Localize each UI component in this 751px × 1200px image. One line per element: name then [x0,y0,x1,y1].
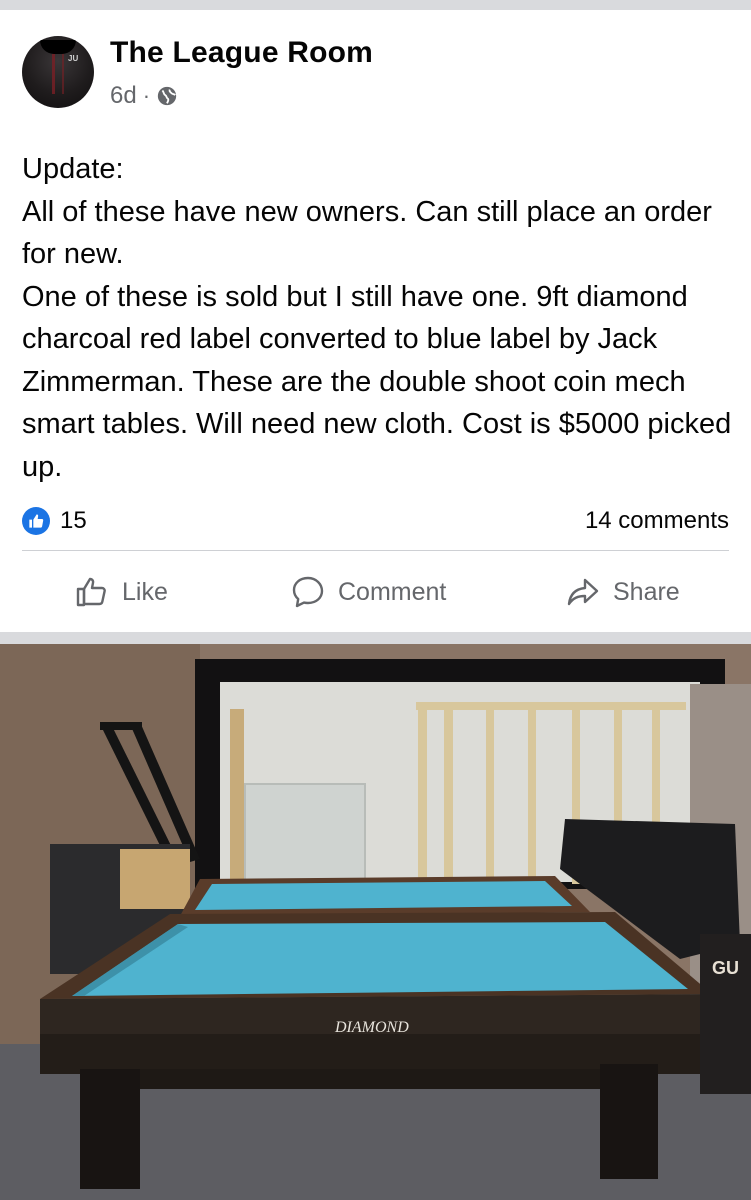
feed-divider-top [0,0,751,10]
post-text-line: One of these is sold but I still have on… [22,280,732,483]
comments-count[interactable]: 14 comments [585,507,729,535]
share-button[interactable]: Share [565,562,680,622]
post-time[interactable]: 6d [110,82,137,110]
page-avatar[interactable]: JU [22,36,94,108]
like-button[interactable]: Like [74,562,168,622]
post-text-line: Update: [22,153,124,185]
thumbs-up-icon [76,577,106,607]
page-name[interactable]: The League Room [110,36,373,70]
like-reaction-icon [22,507,50,535]
comment-label: Comment [338,577,447,606]
reaction-count: 15 [60,507,87,534]
feed-divider [0,632,751,644]
table-brand: DIAMOND [334,1019,409,1036]
like-label: Like [122,577,168,606]
post-meta: 6d · [110,82,178,110]
engagement-divider [22,550,729,551]
share-label: Share [613,577,680,606]
box-label: GU [712,958,739,978]
post-photo[interactable]: GU DIAMOND [0,644,751,1200]
post-actions: Like Comment Share [0,562,751,622]
pool-table-photo: GU DIAMOND [0,644,751,1200]
avatar-stripe [62,54,64,94]
reaction-summary[interactable]: 15 [22,505,87,537]
avatar-logo-text: JU [68,54,79,63]
globe-icon [157,86,177,106]
share-arrow-icon [567,578,599,606]
post-body: Update: All of these have new owners. Ca… [22,148,734,488]
meta-separator: · [142,83,151,108]
comment-button[interactable]: Comment [290,562,446,622]
avatar-stripe [52,54,55,94]
avatar-collar [40,40,76,54]
post-text-line: All of these have new owners. Can still … [22,195,712,271]
post-header: JU The League Room 6d · [0,10,751,120]
comment-bubble-icon [292,576,324,608]
